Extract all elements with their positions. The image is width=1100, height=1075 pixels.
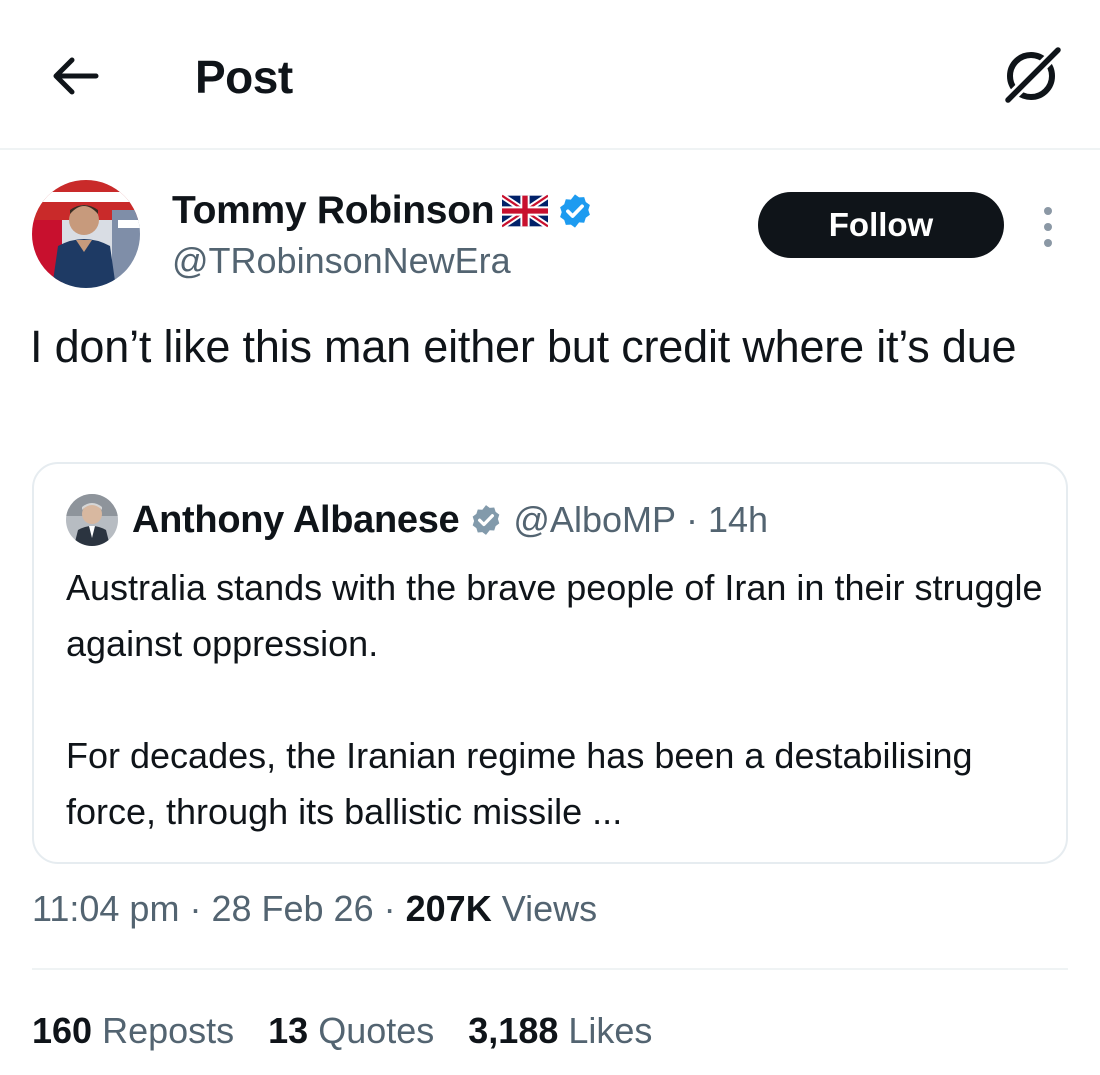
- uk-flag-icon: [502, 194, 549, 228]
- quoted-author-name: Anthony Albanese: [132, 498, 460, 541]
- gray-verified-badge-icon: [473, 505, 500, 535]
- reposts-count: 160: [32, 1010, 93, 1051]
- likes-count: 3,188: [468, 1010, 559, 1051]
- views-count: 207K: [405, 888, 492, 929]
- quoted-post-text: Australia stands with the brave people o…: [66, 567, 1043, 832]
- follow-button[interactable]: Follow: [758, 192, 1004, 258]
- more-vertical-icon: [1044, 207, 1052, 247]
- meta-separator: ·: [383, 888, 396, 929]
- author-avatar[interactable]: [32, 180, 140, 288]
- quotes-count: 13: [268, 1010, 309, 1051]
- post-meta-line: 11:04 pm · 28 Feb 26 · 207K Views: [32, 888, 597, 930]
- quoted-post-header: Anthony Albanese @AlboMP · 14h: [132, 494, 768, 546]
- top-bar: Post: [0, 0, 1100, 150]
- author-handle[interactable]: @TRobinsonNewEra: [172, 240, 511, 282]
- author-name[interactable]: Tommy Robinson: [172, 189, 495, 233]
- likes-stat[interactable]: 3,188 Likes: [468, 1010, 652, 1052]
- divider: [32, 968, 1068, 970]
- more-options-button[interactable]: [1036, 204, 1060, 250]
- quoted-author-avatar-image: [66, 494, 118, 546]
- quoted-post-time: 14h: [708, 499, 769, 540]
- grok-icon: [1004, 46, 1062, 104]
- page-title: Post: [195, 51, 293, 103]
- quoted-author-handle: @AlboMP: [513, 499, 676, 540]
- quoted-post-card[interactable]: Anthony Albanese @AlboMP · 14h Australia…: [32, 462, 1068, 864]
- verified-badge-icon: [560, 194, 591, 228]
- post-time[interactable]: 11:04 pm: [32, 888, 179, 929]
- quotes-label: Quotes: [318, 1010, 435, 1051]
- author-avatar-image: [32, 180, 140, 288]
- post-page: Post Tommy Robinson @TRobinsonNewEra Fol…: [0, 0, 1100, 1075]
- grok-button[interactable]: [1000, 44, 1062, 106]
- likes-label: Likes: [568, 1010, 653, 1051]
- author-name-row: Tommy Robinson: [172, 186, 594, 236]
- reposts-stat[interactable]: 160 Reposts: [32, 1010, 234, 1052]
- post-date[interactable]: 28 Feb 26: [211, 888, 373, 929]
- meta-separator: ·: [189, 888, 202, 929]
- arrow-left-icon: [53, 57, 99, 95]
- views-label: Views: [501, 888, 598, 929]
- quoted-separator: ·: [686, 499, 698, 540]
- reposts-label: Reposts: [102, 1010, 235, 1051]
- back-button[interactable]: [48, 48, 104, 104]
- quoted-author-avatar[interactable]: [66, 494, 118, 546]
- quotes-stat[interactable]: 13 Quotes: [268, 1010, 434, 1052]
- post-text: I don’t like this man either but credit …: [30, 321, 1017, 372]
- engagement-stats: 160 Reposts 13 Quotes 3,188 Likes: [32, 1010, 652, 1052]
